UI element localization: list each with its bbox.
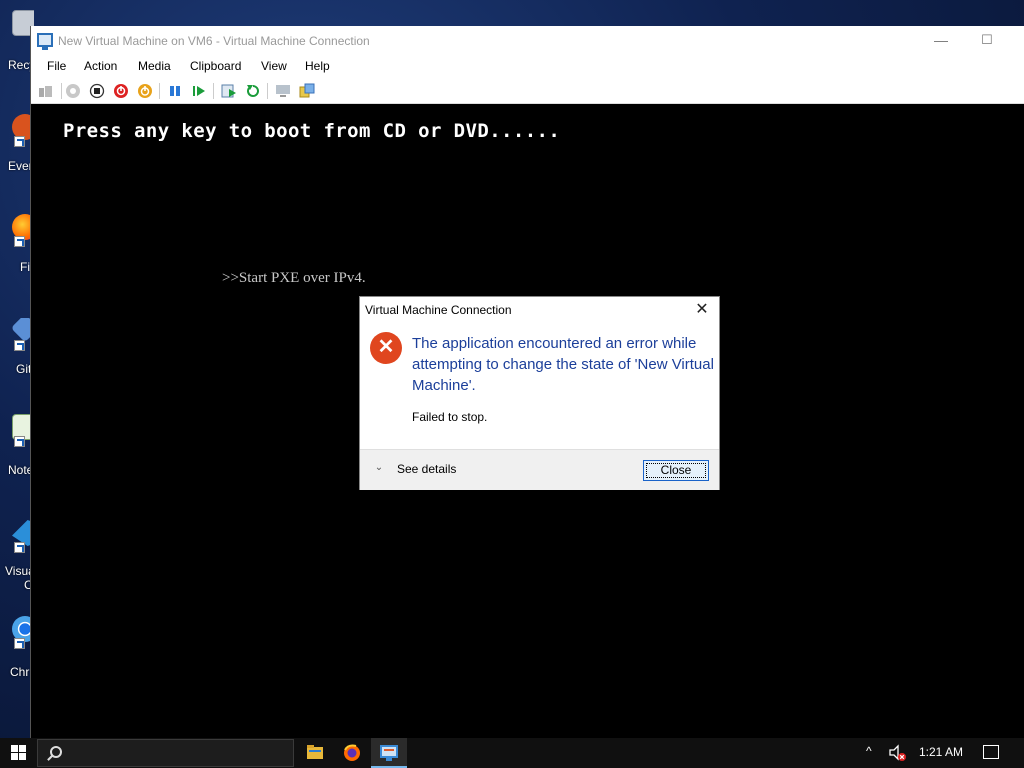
desktop-icon-git[interactable]: Git [0, 318, 34, 408]
tray-overflow-chevron-icon[interactable]: ^ [866, 744, 872, 758]
shutdown-icon[interactable] [113, 83, 129, 99]
dialog-content: Failed to stop. [412, 410, 488, 424]
error-dialog: Virtual Machine Connection ✕ ✕ The appli… [359, 296, 720, 490]
volume-muted-icon[interactable] [888, 744, 908, 762]
toolbar [31, 78, 1024, 104]
dialog-main-instruction: The application encountered an error whi… [412, 335, 714, 394]
taskbar-search-box[interactable] [37, 739, 294, 767]
title-bar[interactable]: New Virtual Machine on VM6 - Virtual Mac… [31, 26, 1024, 56]
menu-bar: File Action Media Clipboard View Help [31, 56, 1024, 78]
dialog-title: Virtual Machine Connection [365, 303, 512, 317]
toolbar-separator [267, 83, 268, 99]
taskbar-firefox[interactable] [334, 738, 370, 768]
see-details-toggle[interactable]: See details [397, 462, 456, 476]
taskbar: ^ 1:21 AM [0, 738, 1024, 768]
menu-help[interactable]: Help [305, 59, 330, 73]
shortcut-arrow-icon [14, 436, 25, 447]
dialog-footer: ⌄ See details Close [360, 449, 719, 490]
menu-media[interactable]: Media [138, 59, 171, 73]
search-icon [50, 746, 62, 758]
checkpoint-icon[interactable] [221, 83, 237, 99]
menu-view[interactable]: View [261, 59, 287, 73]
desktop-icon-notepad[interactable]: Note [0, 414, 34, 504]
dialog-close-icon[interactable]: ✕ [691, 299, 713, 321]
power-icon[interactable] [137, 83, 153, 99]
file-explorer-icon [307, 745, 323, 759]
chevron-down-icon[interactable]: ⌄ [372, 461, 386, 475]
desktop-icon-label: Chr [10, 665, 30, 679]
shortcut-arrow-icon [14, 638, 25, 649]
resume-icon[interactable] [191, 83, 207, 99]
shortcut-arrow-icon [14, 136, 25, 147]
desktop-icon-chrome[interactable]: Chr [0, 616, 34, 706]
toolbar-separator [61, 83, 62, 99]
pxe-message: >>Start PXE over IPv4. [222, 270, 366, 286]
shortcut-arrow-icon [14, 340, 25, 351]
windows-logo-icon [11, 745, 18, 752]
windows-logo-pane [19, 745, 26, 752]
revert-icon[interactable] [245, 83, 261, 99]
toolbar-separator [159, 83, 160, 99]
turn-off-icon[interactable] [89, 83, 105, 99]
maximize-button[interactable]: ☐ [964, 26, 1010, 56]
desktop-icon-recycle-bin[interactable]: Recy [0, 10, 34, 100]
firefox-icon [344, 744, 360, 761]
desktop-icon-label: Ever [8, 159, 33, 173]
desktop-icon-ever[interactable]: Ever [0, 114, 34, 204]
action-center-icon[interactable] [983, 745, 999, 759]
start-icon[interactable] [65, 83, 81, 99]
taskbar-file-explorer[interactable] [297, 738, 333, 768]
window-title: New Virtual Machine on VM6 - Virtual Mac… [58, 34, 370, 48]
shortcut-arrow-icon [14, 542, 25, 553]
desktop-icon-vscode[interactable]: Visua C [0, 520, 34, 594]
taskbar-clock[interactable]: 1:21 AM [919, 745, 963, 759]
desktop-icon-label: Fi [20, 260, 30, 274]
menu-file[interactable]: File [47, 59, 66, 73]
vm-connection-icon [37, 33, 53, 50]
shortcut-arrow-icon [14, 236, 25, 247]
error-icon: ✕ [370, 332, 402, 364]
windows-logo-pane [11, 753, 18, 760]
taskbar-vm-connection[interactable] [371, 738, 407, 768]
start-button[interactable] [0, 738, 36, 768]
pause-icon[interactable] [167, 83, 183, 99]
menu-action[interactable]: Action [84, 59, 117, 73]
enhanced-session-icon[interactable] [275, 83, 291, 99]
ctrl-alt-del-icon[interactable] [38, 83, 54, 99]
vm-connection-icon [380, 745, 398, 761]
toolbar-separator [213, 83, 214, 99]
close-button[interactable]: Close [643, 460, 709, 481]
share-icon[interactable] [299, 83, 315, 99]
minimize-button[interactable]: — [918, 26, 964, 56]
windows-logo-pane [19, 753, 26, 760]
boot-message: Press any key to boot from CD or DVD....… [63, 120, 561, 142]
desktop-icon-firefox[interactable]: Fi [0, 214, 34, 304]
menu-clipboard[interactable]: Clipboard [190, 59, 241, 73]
